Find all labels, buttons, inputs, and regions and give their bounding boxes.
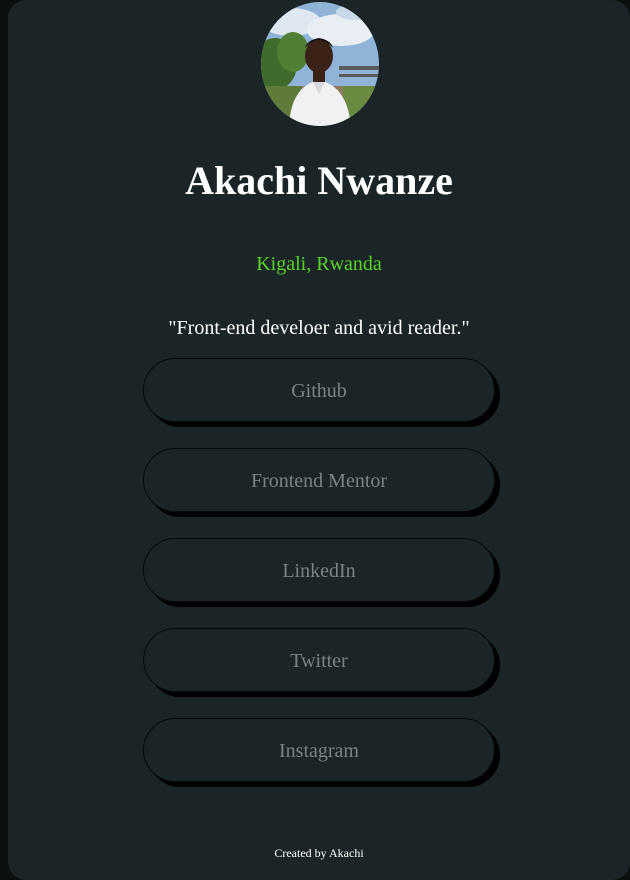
frontend-mentor-link-button[interactable]: Frontend Mentor	[143, 448, 495, 512]
profile-location: Kigali, Rwanda	[256, 253, 382, 275]
profile-name: Akachi Nwanze	[185, 158, 453, 203]
twitter-link-button[interactable]: Twitter	[143, 628, 495, 692]
github-link-button[interactable]: Github	[143, 358, 495, 422]
profile-card: Akachi Nwanze Kigali, Rwanda "Front-end …	[8, 0, 630, 880]
profile-bio: "Front-end develoer and avid reader."	[168, 317, 470, 339]
footer-credit: Created by Akachi	[274, 846, 364, 860]
linkedin-link-button[interactable]: LinkedIn	[143, 538, 495, 602]
instagram-link-button[interactable]: Instagram	[143, 718, 495, 782]
avatar-photo	[261, 2, 379, 126]
avatar	[261, 2, 379, 126]
